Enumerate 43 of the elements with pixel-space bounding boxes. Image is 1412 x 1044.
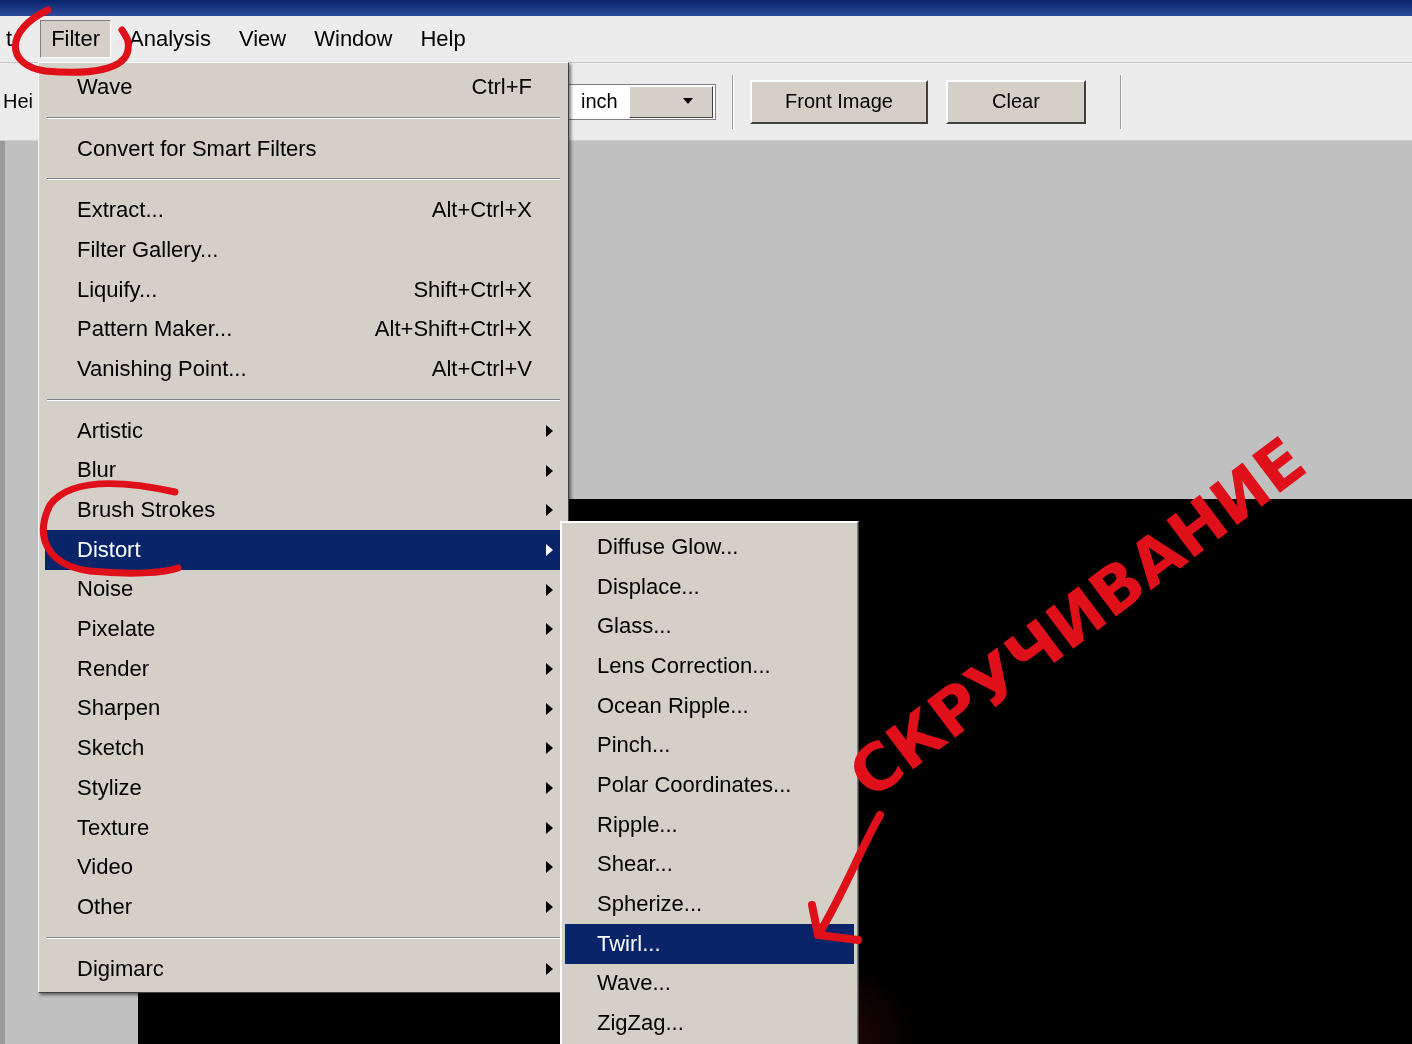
- menu-item[interactable]: Sharpen: [45, 688, 562, 729]
- menu-item[interactable]: Lens Correction...: [565, 646, 854, 686]
- menu-bar-item[interactable]: Window: [304, 21, 403, 57]
- menu-item[interactable]: Distort: [45, 529, 562, 570]
- menu-item[interactable]: Pixelate: [45, 609, 562, 649]
- menu-item[interactable]: Brush Strokes: [45, 490, 562, 530]
- menu-bar-item[interactable]: Filter: [40, 20, 111, 58]
- dropdown-arrow-icon: [682, 98, 694, 105]
- toolbar-button[interactable]: Front Image: [750, 79, 928, 124]
- menu-item[interactable]: Diffuse Glow...: [565, 527, 854, 567]
- menu-item[interactable]: Pattern Maker... Alt+Shift+Ctrl+X: [45, 309, 562, 350]
- menu-item[interactable]: Noise: [45, 569, 562, 610]
- menu-item[interactable]: Twirl...: [565, 923, 854, 964]
- toolbar-button[interactable]: Clear: [946, 79, 1086, 124]
- menu-item[interactable]: Render: [45, 648, 562, 689]
- menu-item[interactable]: Convert for Smart Filters: [45, 128, 562, 169]
- menu-item[interactable]: Pinch...: [565, 725, 854, 766]
- menu-item[interactable]: Ocean Ripple...: [565, 685, 854, 726]
- menu-item[interactable]: Sketch: [45, 728, 562, 768]
- menu-item[interactable]: Polar Coordinates...: [565, 765, 854, 805]
- menu-item[interactable]: Displace...: [565, 566, 854, 607]
- menu-item[interactable]: Video: [45, 847, 562, 888]
- menu-item[interactable]: Texture: [45, 807, 562, 848]
- menu-item[interactable]: Filter Gallery...: [45, 230, 562, 270]
- menu-item[interactable]: Liquify... Shift+Ctrl+X: [45, 269, 562, 310]
- menu-item[interactable]: Shear...: [565, 844, 854, 885]
- menu-item[interactable]: ZigZag...: [565, 1003, 854, 1043]
- menu-item[interactable]: Artistic: [45, 410, 562, 451]
- menu-item[interactable]: Wave...: [565, 963, 854, 1004]
- menu-item[interactable]: Spherize...: [565, 884, 854, 924]
- menu-item[interactable]: Glass...: [565, 606, 854, 647]
- menu-bar-item[interactable]: t: [0, 21, 23, 57]
- field-label: Hei: [3, 90, 34, 113]
- menu-item[interactable]: Extract... Alt+Ctrl+X: [45, 190, 562, 231]
- menu-item[interactable]: Vanishing Point... Alt+Ctrl+V: [45, 349, 562, 389]
- menu-bar-item[interactable]: Analysis: [119, 21, 221, 57]
- menu-bar-item[interactable]: View: [228, 21, 297, 57]
- menu-item[interactable]: Digimarc: [45, 948, 562, 989]
- menu-item[interactable]: Stylize: [45, 768, 562, 808]
- menu-item[interactable]: Other: [45, 887, 562, 927]
- menu-item[interactable]: Ripple...: [565, 804, 854, 845]
- menu-item[interactable]: Blur: [45, 450, 562, 491]
- menu-bar-item[interactable]: Help: [410, 21, 476, 57]
